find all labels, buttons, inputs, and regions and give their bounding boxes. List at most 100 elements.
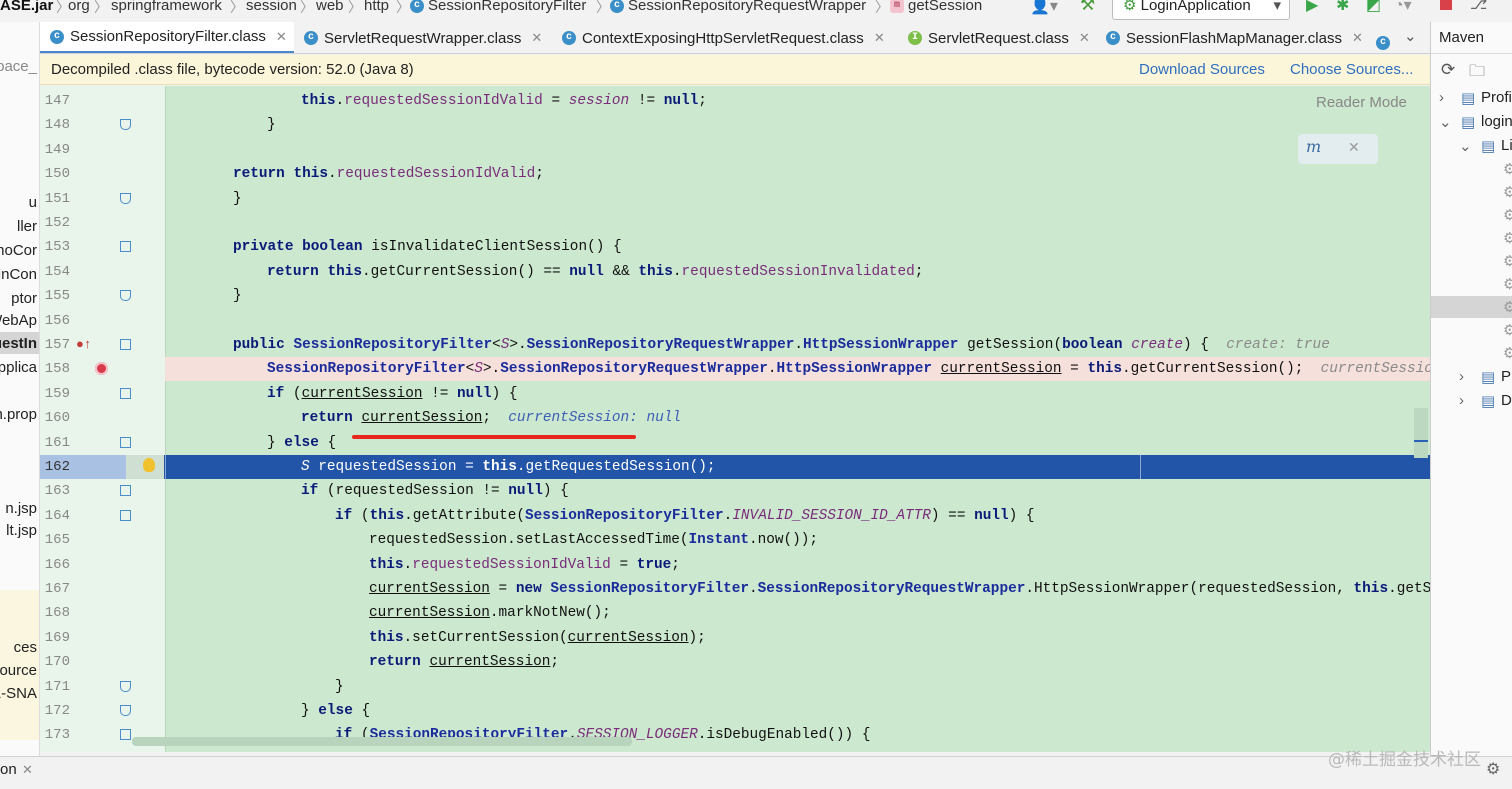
run-icon[interactable]: ▶: [1306, 0, 1318, 15]
fold-marker-icon[interactable]: [120, 192, 131, 204]
chevron-down-icon[interactable]: ⌄: [1439, 113, 1452, 131]
gear-icon[interactable]: ⚙: [1503, 206, 1512, 224]
breadcrumb-org[interactable]: org: [68, 0, 90, 14]
code-line[interactable]: 160 return currentSession; currentSession…: [40, 406, 1430, 430]
code-line[interactable]: 171}: [40, 675, 1430, 699]
fold-marker-icon[interactable]: [120, 339, 131, 350]
tree-item-profiles[interactable]: Profi: [1481, 89, 1512, 106]
choose-sources-link[interactable]: Choose Sources...: [1290, 61, 1413, 78]
code-line[interactable]: 159 if (currentSession != null) {: [40, 382, 1430, 406]
tree-item-module[interactable]: login: [1481, 113, 1512, 130]
overrides-icon[interactable]: ●↑: [76, 333, 92, 357]
horizontal-scrollbar[interactable]: [132, 737, 632, 746]
fold-marker-icon[interactable]: [120, 241, 131, 253]
code-line[interactable]: 162 S requestedSession = this.getRequeste…: [40, 455, 1430, 479]
stop-icon[interactable]: [1440, 0, 1452, 10]
code-line[interactable]: 157 ●↑ public SessionRepositoryFilter<S>.S…: [40, 333, 1430, 357]
code-line[interactable]: 149: [40, 138, 1430, 162]
tab-session-flash-map-manager[interactable]: c SessionFlashMapManager.class ✕: [1096, 22, 1366, 53]
debug-icon[interactable]: ✱: [1336, 0, 1349, 15]
gear-icon[interactable]: ⚙: [1503, 344, 1512, 362]
download-sources-link[interactable]: Download Sources: [1139, 61, 1265, 78]
tree-item[interactable]: source: [0, 662, 37, 679]
chevron-right-icon[interactable]: ›: [1439, 89, 1444, 106]
code-line[interactable]: 147 this.requestedSessionIdValid = sessio…: [40, 89, 1430, 113]
breadcrumb-springframework[interactable]: springframework: [111, 0, 222, 14]
fold-marker-icon[interactable]: [120, 485, 131, 497]
folder-add-icon[interactable]: 🗀: [1469, 60, 1485, 87]
tab-session-repository-filter[interactable]: c SessionRepositoryFilter.class ✕: [40, 22, 294, 53]
run-config-select[interactable]: ⚙ LoginApplication ▾: [1112, 0, 1290, 20]
close-icon[interactable]: ✕: [874, 30, 885, 46]
tree-item[interactable]: applica: [0, 359, 37, 376]
tree-item[interactable]: n.prop: [0, 406, 37, 423]
gear-icon[interactable]: ⚙: [1503, 321, 1512, 339]
code-editor[interactable]: 147 this.requestedSessionIdValid = sessio…: [40, 86, 1430, 752]
code-line[interactable]: 156: [40, 309, 1430, 333]
code-line[interactable]: 167 currentSession = new SessionRepositor…: [40, 577, 1430, 601]
code-line[interactable]: 166 this.requestedSessionIdValid = true;: [40, 553, 1430, 577]
git-icon[interactable]: ⎇: [1470, 0, 1487, 13]
breadcrumb-session[interactable]: session: [246, 0, 297, 14]
tree-item[interactable]: ptor: [11, 290, 37, 307]
code-line[interactable]: 170 return currentSession;: [40, 650, 1430, 674]
chevron-down-icon[interactable]: ⌄: [1459, 137, 1472, 155]
close-icon[interactable]: ✕: [1352, 30, 1363, 46]
breadcrumb-filter[interactable]: c SessionRepositoryFilter: [410, 0, 586, 14]
tree-item[interactable]: pace_: [0, 58, 37, 75]
tree-item[interactable]: u: [29, 194, 37, 211]
chevron-right-icon[interactable]: ›: [1459, 392, 1464, 409]
close-icon[interactable]: ✕: [276, 29, 287, 45]
code-line[interactable]: 152: [40, 211, 1430, 235]
gear-icon[interactable]: ⚙: [1503, 298, 1512, 316]
tree-item[interactable]: n.jsp: [5, 500, 37, 517]
tab-context-exposing-request[interactable]: c ContextExposingHttpServletRequest.clas…: [552, 22, 898, 53]
fold-marker-icon[interactable]: [120, 387, 131, 399]
tree-item[interactable]: ces: [14, 639, 37, 656]
gear-icon[interactable]: ⚙: [1503, 252, 1512, 270]
code-line[interactable]: 155}: [40, 284, 1430, 308]
gear-icon[interactable]: ⚙: [1486, 759, 1500, 779]
code-line[interactable]: 168 currentSession.markNotNew();: [40, 601, 1430, 625]
coverage-icon[interactable]: ◩: [1366, 0, 1381, 15]
user-icon[interactable]: 👤▾: [1030, 0, 1058, 16]
tree-item-selected[interactable]: uestIn: [0, 335, 37, 352]
code-line[interactable]: 153 private boolean isInvalidateClientSes…: [40, 235, 1430, 259]
breadcrumb-method[interactable]: m getSession: [890, 0, 982, 14]
chevron-down-icon[interactable]: ⌄: [1404, 27, 1417, 45]
gear-icon[interactable]: ⚙: [1503, 229, 1512, 247]
vertical-scrollbar[interactable]: [1414, 408, 1428, 458]
class-icon[interactable]: c: [1376, 31, 1390, 50]
tree-item-dependencies[interactable]: D: [1501, 392, 1512, 409]
chevron-right-icon[interactable]: ›: [1459, 368, 1464, 385]
breakpoint-icon[interactable]: [95, 362, 108, 376]
bottom-tab[interactable]: on: [0, 761, 17, 778]
fold-marker-icon[interactable]: [120, 290, 131, 302]
gear-icon[interactable]: ⚙: [1503, 160, 1512, 178]
code-line[interactable]: 150 return this.requestedSessionIdValid;: [40, 162, 1430, 186]
code-line[interactable]: 165 requestedSession.setLastAccessedTime(…: [40, 528, 1430, 552]
tree-item[interactable]: WebAp: [0, 312, 37, 329]
fold-marker-icon[interactable]: [120, 436, 131, 448]
code-line[interactable]: 169 this.setCurrentSession(currentSession…: [40, 626, 1430, 650]
build-hammer-icon[interactable]: ⚒: [1080, 0, 1095, 15]
fold-marker-icon[interactable]: [120, 509, 131, 521]
maven-reload-icon[interactable]: m: [1306, 137, 1321, 156]
tree-item-lifecycle[interactable]: Li: [1501, 137, 1512, 154]
breadcrumb-web[interactable]: web: [316, 0, 344, 14]
fold-marker-icon[interactable]: [120, 705, 131, 716]
code-line[interactable]: 164 if (this.getAttribute(SessionReposito…: [40, 504, 1430, 528]
code-line[interactable]: 158 SessionRepositoryFilter<S>.SessionRep…: [40, 357, 1430, 382]
gear-icon[interactable]: ⚙: [1503, 183, 1512, 201]
breadcrumb-http[interactable]: http: [364, 0, 389, 14]
code-line[interactable]: 151}: [40, 187, 1430, 211]
close-icon[interactable]: ✕: [22, 762, 33, 778]
tab-servlet-request-wrapper[interactable]: c ServletRequestWrapper.class ✕: [294, 22, 552, 53]
code-line[interactable]: 148}: [40, 113, 1430, 137]
breadcrumb-jar[interactable]: ASE.jar: [0, 0, 53, 14]
tree-item[interactable]: noCor: [0, 242, 37, 259]
intention-bulb-icon[interactable]: [143, 458, 155, 472]
code-line[interactable]: 172} else {: [40, 699, 1430, 723]
code-line[interactable]: 163 if (requestedSession != null) {: [40, 479, 1430, 503]
refresh-icon[interactable]: ⟳: [1441, 60, 1455, 80]
